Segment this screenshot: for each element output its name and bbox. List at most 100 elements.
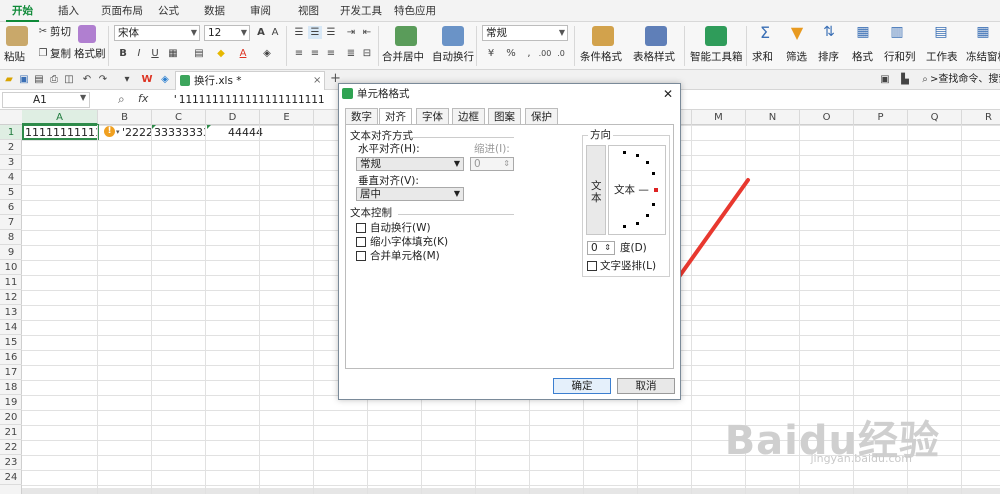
tab-alignment[interactable]: 对齐 (379, 108, 412, 125)
percent-icon[interactable]: % (504, 47, 518, 60)
format-button[interactable]: 格式 (852, 50, 873, 64)
row-header[interactable]: 19 (0, 395, 22, 410)
italic-button[interactable]: I (132, 47, 146, 60)
table-style-button[interactable]: 表格样式 (633, 50, 675, 64)
row-header[interactable]: 22 (0, 440, 22, 455)
tab-view[interactable]: 视图 (292, 0, 325, 22)
undo-icon[interactable]: ↶ (80, 73, 94, 86)
row-header[interactable]: 20 (0, 410, 22, 425)
font-size-select[interactable]: 12 ▼ (204, 25, 250, 41)
font-shrink-icon[interactable]: A (268, 26, 282, 39)
row-col-button[interactable]: 行和列 (884, 50, 916, 64)
row-header[interactable]: 6 (0, 200, 22, 215)
warning-icon[interactable]: ! (104, 126, 115, 137)
column-header[interactable]: N (746, 110, 800, 125)
cell-c1[interactable]: 333333333 (154, 125, 206, 140)
close-tab-icon[interactable]: × (313, 72, 321, 90)
align-middle-icon[interactable]: ☰ (308, 26, 322, 39)
row-header[interactable]: 18 (0, 380, 22, 395)
tab-number[interactable]: 数字 (345, 108, 378, 124)
cell-b1[interactable]: '2222 (122, 125, 152, 140)
tab-review[interactable]: 审阅 (244, 0, 277, 22)
merge-center-button[interactable]: 合并居中 (382, 50, 424, 64)
row-header[interactable]: 9 (0, 245, 22, 260)
name-box-dropdown-icon[interactable]: ▼ (80, 93, 86, 102)
cell-a1[interactable]: 111111111111 (25, 125, 97, 140)
ok-button[interactable]: 确定 (553, 378, 611, 394)
align-right-icon[interactable]: ≡ (324, 47, 338, 60)
row-header[interactable]: 1 (0, 125, 22, 140)
column-header[interactable]: O (800, 110, 854, 125)
row-header[interactable]: 13 (0, 305, 22, 320)
cell-d1[interactable]: 44444 (228, 125, 278, 140)
column-header[interactable]: D (206, 110, 260, 125)
currency-icon[interactable]: ¥ (484, 47, 498, 60)
tab-developer[interactable]: 开发工具 (334, 0, 388, 22)
merge-checkbox[interactable] (356, 251, 366, 261)
degree-spinner[interactable]: 0 ⇕ (587, 241, 615, 255)
vertical-text-button[interactable]: 文本 (586, 145, 606, 235)
formula-input[interactable]: '1111111111111111111111 (172, 91, 324, 109)
align-bottom-icon[interactable]: ☰ (324, 26, 338, 39)
preview-icon[interactable]: ◫ (62, 73, 76, 86)
row-header[interactable]: 12 (0, 290, 22, 305)
bold-button[interactable]: B (116, 47, 130, 60)
vertical-stack-checkbox[interactable] (587, 261, 597, 271)
row-header[interactable]: 8 (0, 230, 22, 245)
print-icon[interactable]: ⎙ (47, 73, 61, 86)
row-header[interactable]: 10 (0, 260, 22, 275)
indent-spinner[interactable]: 0 ⇕ (470, 157, 514, 171)
sum-button[interactable]: 求和 (752, 50, 773, 64)
tab-border[interactable]: 边框 (452, 108, 485, 124)
open-icon[interactable]: ▰ (2, 73, 16, 86)
vertical-align-select[interactable]: 居中 ▼ (356, 187, 464, 201)
file-tab[interactable]: 换行.xls * × (175, 71, 325, 90)
paste-icon[interactable] (6, 26, 28, 46)
cancel-button[interactable]: 取消 (617, 378, 675, 394)
paste-button[interactable]: 粘贴 (4, 50, 25, 64)
align-left-icon[interactable]: ≡ (292, 47, 306, 60)
sort-button[interactable]: 排序 (818, 50, 839, 64)
freeze-button[interactable]: 冻结窗格 (966, 50, 1000, 64)
row-header[interactable]: 15 (0, 335, 22, 350)
worksheet-button[interactable]: 工作表 (926, 50, 958, 64)
tab-pattern[interactable]: 图案 (488, 108, 521, 124)
row-header[interactable]: 16 (0, 350, 22, 365)
column-header[interactable]: E (260, 110, 314, 125)
row-header[interactable]: 21 (0, 425, 22, 440)
column-header[interactable]: Q (908, 110, 962, 125)
tab-protection[interactable]: 保护 (525, 108, 558, 124)
clear-format-icon[interactable]: ◈ (260, 47, 274, 60)
tab-home[interactable]: 开始 (6, 0, 39, 22)
number-format-select[interactable]: 常规 ▼ (482, 25, 568, 41)
row-header[interactable]: 24 (0, 470, 22, 485)
wrap-text-button[interactable]: 自动换行 (432, 50, 474, 64)
font-color-icon[interactable]: A (236, 47, 250, 60)
column-header[interactable]: B (98, 110, 152, 125)
column-header[interactable]: C (152, 110, 206, 125)
tab-insert[interactable]: 插入 (52, 0, 85, 22)
cond-format-button[interactable]: 条件格式 (580, 50, 622, 64)
orientation-dial[interactable]: 文本 — (608, 145, 666, 235)
indent-icon[interactable]: ⇥ (344, 26, 358, 39)
row-header[interactable]: 2 (0, 140, 22, 155)
border-icon[interactable]: ▦ (166, 47, 180, 60)
align-center-icon[interactable]: ≡ (308, 47, 322, 60)
copy-button[interactable]: 复制 (50, 47, 71, 61)
row-header[interactable]: 23 (0, 455, 22, 470)
fx-button[interactable]: fx (138, 92, 148, 105)
feedback-icon[interactable]: ▣ (878, 73, 892, 86)
increase-decimal-icon[interactable]: .00 (538, 47, 552, 60)
name-box[interactable]: A1 (2, 92, 90, 108)
search-command[interactable]: >查找命令、搜索 (930, 73, 1000, 87)
filter-button[interactable]: 筛选 (786, 50, 807, 64)
column-header[interactable]: A (22, 110, 98, 125)
wrap-checkbox[interactable] (356, 223, 366, 233)
distribute-icon[interactable]: ⊟ (360, 47, 374, 60)
zoom-icon[interactable]: ⌕ (118, 92, 125, 107)
tab-page-layout[interactable]: 页面布局 (95, 0, 149, 22)
tab-formulas[interactable]: 公式 (152, 0, 185, 22)
tab-special[interactable]: 特色应用 (388, 0, 442, 22)
shrink-checkbox[interactable] (356, 237, 366, 247)
row-header[interactable]: 17 (0, 365, 22, 380)
